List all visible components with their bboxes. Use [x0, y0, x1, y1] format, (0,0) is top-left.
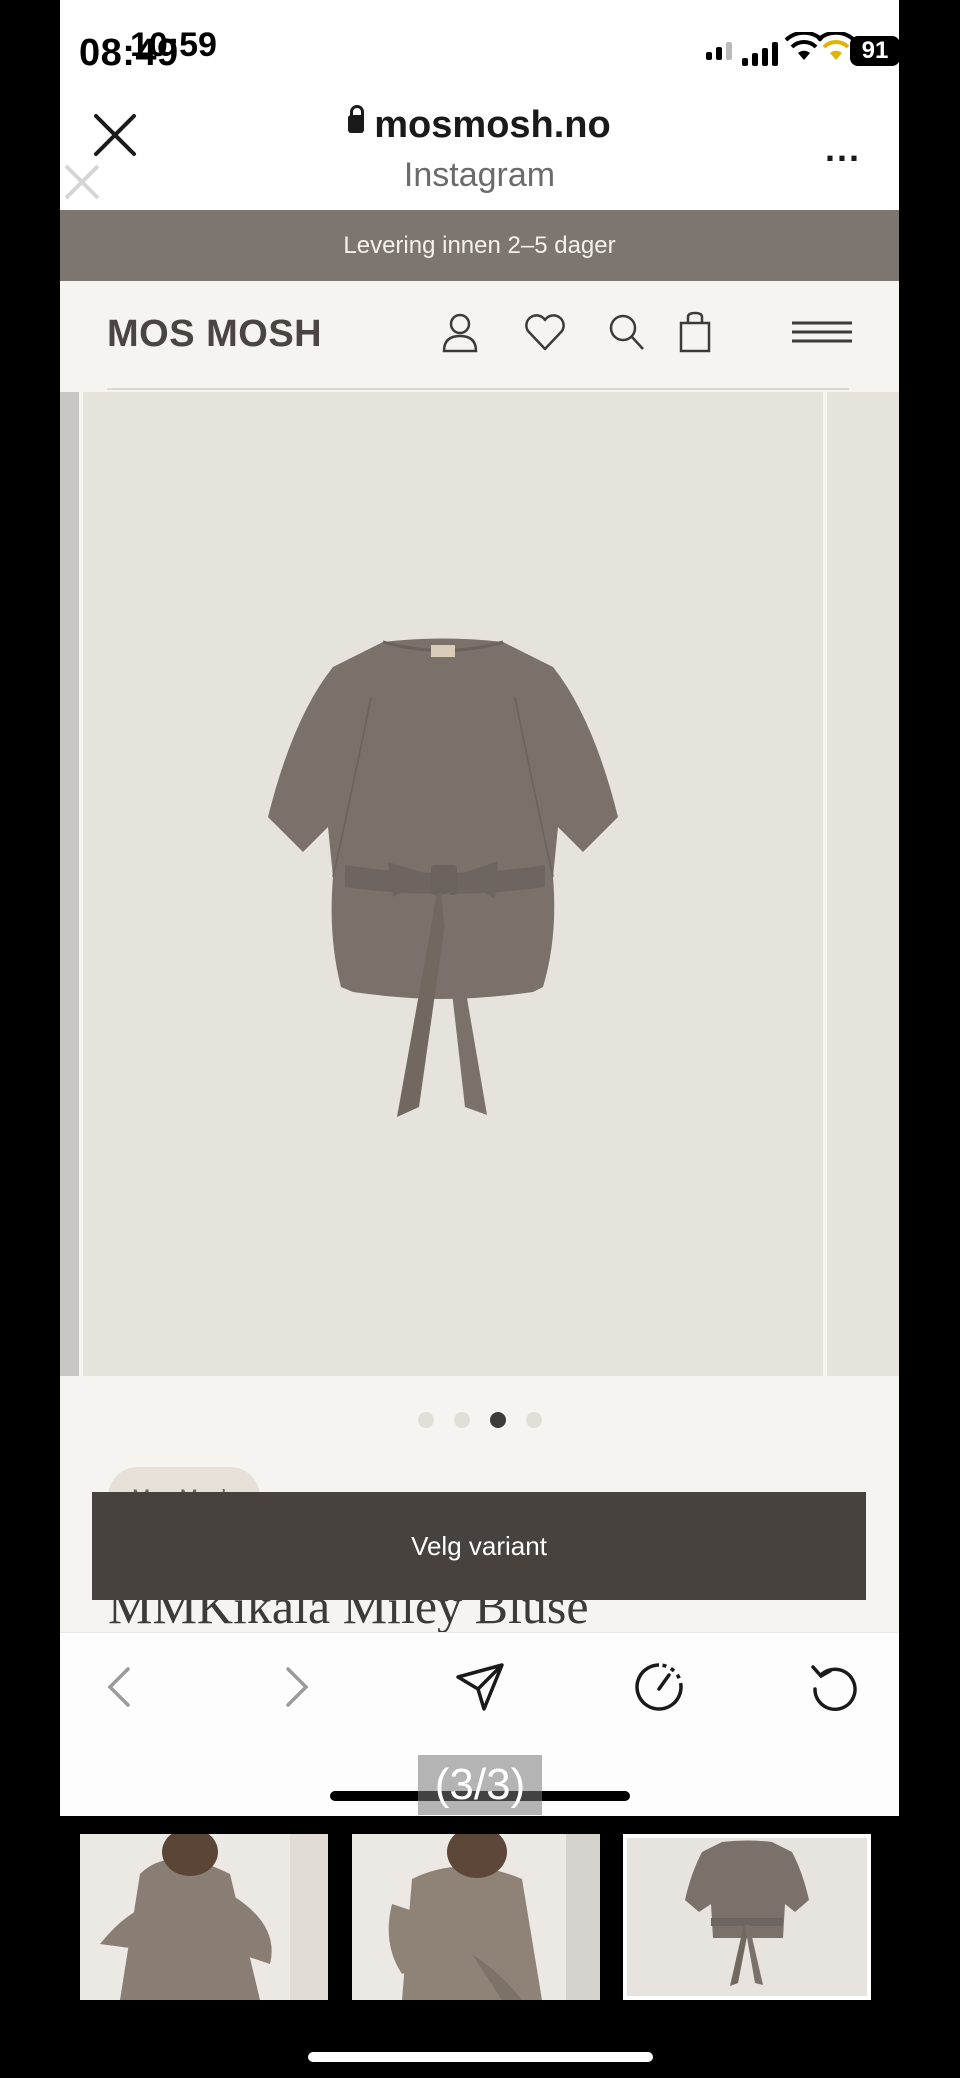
thumbnail-strip	[0, 1816, 960, 2078]
reload-icon[interactable]	[807, 1659, 863, 1715]
in-app-browser-bar: mosmosh.no Instagram ...	[60, 100, 899, 210]
account-icon[interactable]	[437, 309, 483, 355]
site-logo[interactable]: MOS MOSH	[107, 313, 322, 356]
promo-text: Levering innen 2–5 dager	[343, 231, 616, 259]
signal-icon-2	[742, 42, 778, 66]
url-domain: mosmosh.no	[374, 104, 611, 146]
battery-indicator: 91	[850, 36, 899, 66]
site-header: MOS MOSH	[60, 281, 899, 392]
speed-icon[interactable]	[631, 1659, 687, 1715]
gallery-next-peek[interactable]	[827, 392, 899, 1376]
system-home-indicator	[308, 2052, 653, 2062]
thumbnail-3-selected[interactable]	[623, 1834, 871, 2000]
product-image-blouse	[268, 638, 618, 1117]
browser-toolbar: (3/3)	[60, 1632, 899, 1816]
screenshot-root: 08:49 10:59 91 mosmosh.no Instagram ... …	[0, 0, 960, 2078]
thumbnail-2[interactable]	[352, 1834, 600, 2000]
browser-source: Instagram	[403, 156, 556, 194]
promo-banner: Levering innen 2–5 dager	[60, 210, 899, 281]
gallery-dot-1[interactable]	[417, 1412, 434, 1428]
thumbnail-1[interactable]	[80, 1834, 328, 2000]
gallery-dot-2[interactable]	[453, 1412, 470, 1428]
header-divider	[107, 388, 849, 390]
search-icon[interactable]	[603, 309, 649, 355]
status-time-b: 10:59	[130, 26, 217, 64]
phone-screen: 08:49 10:59 91 mosmosh.no Instagram ... …	[60, 0, 899, 1816]
gallery-dot-3-active[interactable]	[489, 1412, 506, 1428]
signal-icon	[706, 42, 732, 60]
share-icon[interactable]	[452, 1659, 508, 1715]
back-icon[interactable]	[92, 1659, 148, 1715]
forward-icon[interactable]	[268, 1659, 324, 1715]
url-display[interactable]: mosmosh.no	[60, 104, 899, 147]
status-bar: 08:49 10:59 91	[60, 0, 899, 100]
screenshot-counter: (3/3)	[418, 1755, 542, 1815]
lock-icon	[348, 105, 365, 133]
gallery-dot-4[interactable]	[525, 1412, 542, 1428]
gallery-prev-peek[interactable]	[60, 392, 79, 1376]
heart-icon[interactable]	[522, 309, 568, 355]
menu-icon[interactable]	[790, 309, 854, 355]
choose-variant-button[interactable]: Velg variant	[92, 1492, 866, 1600]
more-options-button[interactable]: ...	[825, 128, 861, 170]
gallery-main-image[interactable]	[83, 392, 823, 1376]
gallery-pagination	[60, 1412, 899, 1428]
bag-icon[interactable]	[672, 309, 718, 355]
product-gallery[interactable]	[60, 392, 899, 1377]
